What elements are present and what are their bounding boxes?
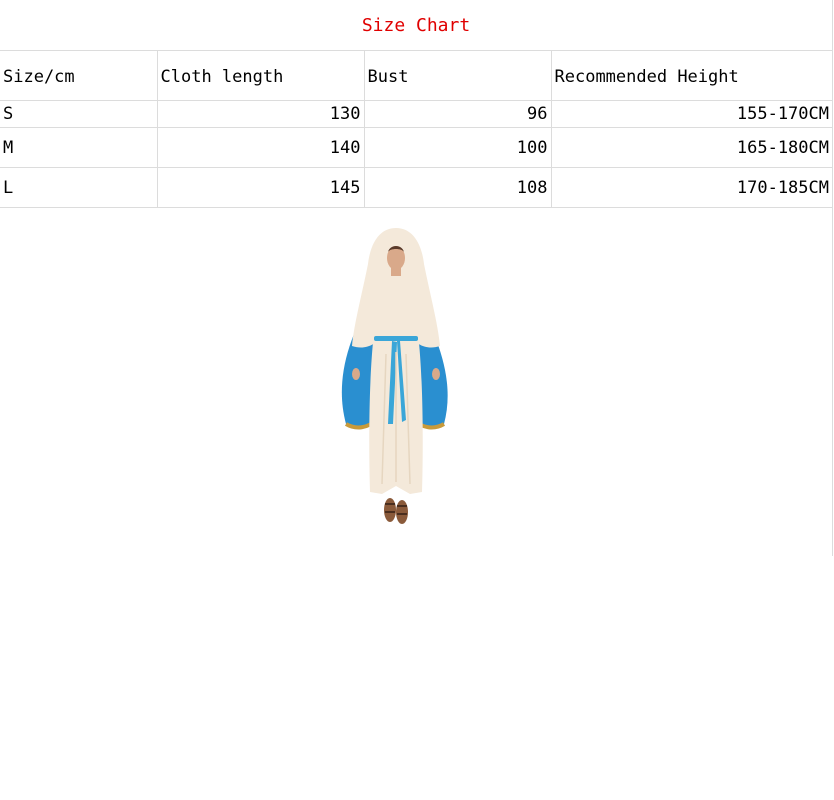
size-chart-sheet: Size Chart Size/cm Cloth length Bust Rec… [0, 0, 833, 556]
cell-bust: 100 [364, 127, 552, 168]
cell-size: M [0, 127, 158, 168]
cell-recommended-height: 165-180CM [551, 127, 832, 168]
left-hand-shape [352, 368, 360, 380]
cell-cloth-length: 130 [157, 100, 365, 128]
cell-recommended-height: 170-185CM [551, 167, 832, 208]
product-image [336, 224, 456, 536]
veil-shape [352, 228, 440, 348]
cell-bust: 96 [364, 100, 552, 128]
table-row: S 130 96 155-170CM [0, 100, 832, 128]
header-bust: Bust [364, 50, 552, 101]
left-sandal-shape [384, 498, 396, 522]
cell-cloth-length: 140 [157, 127, 365, 168]
cell-size: L [0, 167, 158, 208]
header-size: Size/cm [0, 50, 158, 101]
cell-cloth-length: 145 [157, 167, 365, 208]
table-row: M 140 100 165-180CM [0, 127, 832, 168]
cell-bust: 108 [364, 167, 552, 208]
neck-shape [391, 268, 401, 276]
size-chart-title: Size Chart [0, 0, 832, 51]
right-sandal-shape [396, 500, 408, 524]
right-hand-shape [432, 368, 440, 380]
robed-figure-costume-icon [341, 228, 448, 524]
header-cloth-length: Cloth length [157, 50, 365, 101]
cell-size: S [0, 100, 158, 128]
cell-recommended-height: 155-170CM [551, 100, 832, 128]
size-table: Size/cm Cloth length Bust Recommended He… [0, 50, 832, 208]
header-recommended-height: Recommended Height [551, 50, 832, 101]
table-row: L 145 108 170-185CM [0, 167, 832, 208]
table-header-row: Size/cm Cloth length Bust Recommended He… [0, 50, 832, 101]
sash-belt [374, 336, 418, 341]
